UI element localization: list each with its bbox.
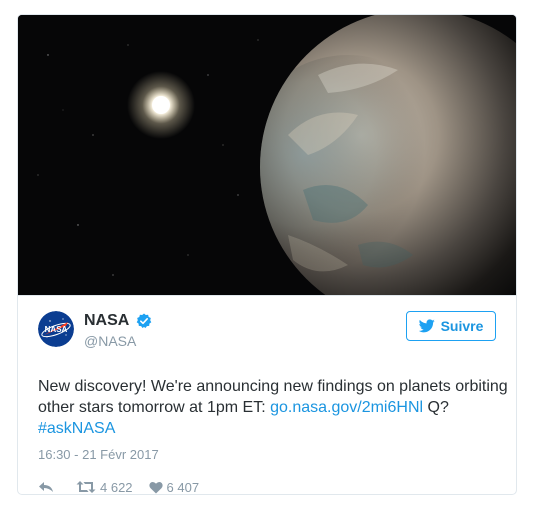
heart-icon [148, 481, 163, 493]
like-count: 6 407 [166, 479, 200, 495]
tweet-card: NASA NASA @NASA Suivre New discovery! We… [17, 14, 517, 495]
twitter-bird-icon [418, 319, 435, 333]
tweet-actions: 4 622 6 407 [38, 477, 200, 495]
reply-icon [39, 482, 53, 492]
hashtag-link[interactable]: #askNASA [38, 420, 115, 437]
tweet-text-middle: Q? [423, 399, 449, 416]
follow-button-label: Suivre [440, 318, 484, 334]
follow-button[interactable]: Suivre [406, 311, 496, 341]
planet-illustration [18, 15, 516, 295]
tweet-text: New discovery! We're announcing new find… [38, 376, 508, 439]
author-name[interactable]: NASA [84, 311, 129, 331]
tweet-link[interactable]: go.nasa.gov/2mi6HNl [270, 399, 423, 416]
tweet-image-planet[interactable] [18, 15, 516, 296]
svg-text:NASA: NASA [45, 325, 68, 334]
avatar[interactable]: NASA [38, 311, 74, 347]
nasa-logo-icon: NASA [38, 311, 74, 347]
reply-button[interactable] [38, 480, 54, 494]
retweet-button[interactable]: 4 622 [76, 479, 133, 495]
tweet-header: NASA NASA @NASA Suivre [38, 311, 496, 353]
retweet-icon [76, 481, 96, 493]
verified-badge-icon [136, 313, 152, 329]
retweet-count: 4 622 [100, 479, 133, 495]
like-button[interactable]: 6 407 [148, 479, 200, 495]
author-handle[interactable]: @NASA [84, 332, 136, 350]
tweet-timestamp[interactable]: 16:30 - 21 Févr 2017 [38, 447, 159, 462]
